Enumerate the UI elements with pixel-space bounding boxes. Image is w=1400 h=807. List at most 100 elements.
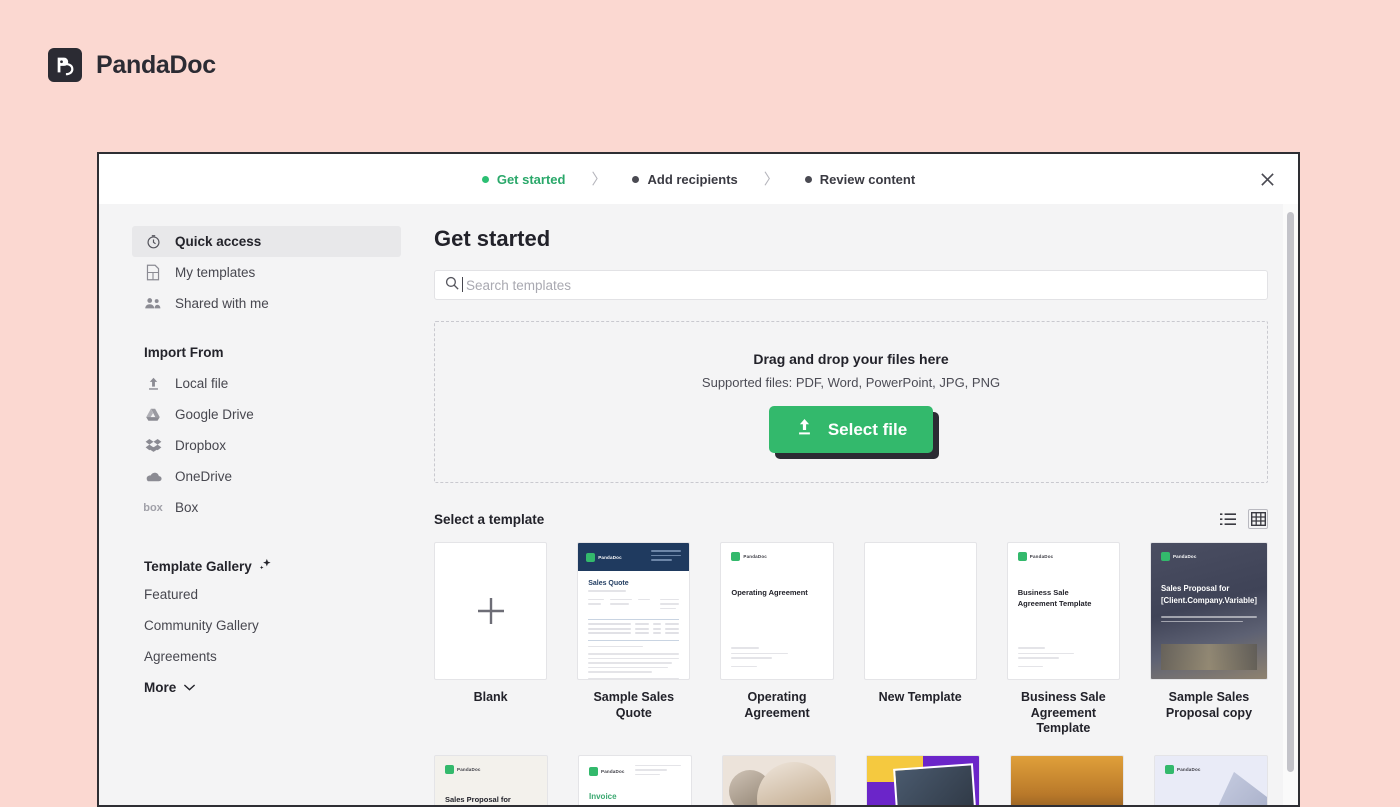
template-card-label: Operating Agreement (744, 690, 810, 720)
template-card-sample-sales-quote[interactable]: PandaDoc Sales Quote Sample Sales Quote (577, 542, 691, 737)
list-view-icon[interactable] (1218, 509, 1238, 529)
sidebar: Quick access My templates Shared with me… (99, 204, 416, 805)
upload-icon (795, 417, 814, 442)
step-dot-icon (632, 175, 640, 183)
sidebar-item-label: Community Gallery (144, 618, 259, 633)
template-card-operating-agreement[interactable]: PandaDoc Operating Agreement Operating A… (720, 542, 834, 737)
template-card-gold-dark[interactable]: PandaDoc (1010, 754, 1124, 805)
dropbox-icon (144, 437, 162, 455)
template-card-invoice[interactable]: PandaDoc Invoice (578, 754, 692, 805)
grid-view-icon[interactable] (1248, 509, 1268, 529)
template-card-sales-proposal-client-company[interactable]: PandaDoc Sales Proposal for [Client.Comp… (434, 754, 548, 805)
chevron-down-icon (183, 680, 196, 695)
template-card-business-proposal[interactable]: PandaDoc Business Proposal Template (866, 754, 980, 805)
select-file-label: Select file (827, 419, 908, 439)
step-label: Get started (496, 171, 566, 187)
sidebar-item-featured[interactable]: Featured (144, 579, 416, 610)
step-get-started[interactable]: Get started (468, 172, 580, 187)
pandadoc-logo-text: PandaDoc (96, 50, 216, 79)
pandadoc-logo-mark (48, 48, 82, 82)
template-thumbnail (863, 542, 977, 680)
sidebar-item-label: More (144, 680, 177, 695)
step-label: Add recipients (647, 171, 738, 187)
upload-icon (144, 375, 162, 393)
google-drive-icon (144, 406, 162, 424)
template-grid-row-2: PandaDoc Sales Proposal for [Client.Comp… (434, 754, 1268, 805)
template-thumbnail: PandaDoc (722, 754, 836, 805)
sidebar-item-label: Google Drive (175, 407, 254, 422)
dropzone-subtitle: Supported files: PDF, Word, PowerPoint, … (701, 375, 1001, 390)
main-content: Get started Search templates Drag and dr… (416, 204, 1298, 805)
file-dropzone[interactable]: Drag and drop your files here Supported … (434, 321, 1268, 483)
modal-body: Quick access My templates Shared with me… (99, 204, 1298, 805)
modal-header: Get started 〉 Add recipients 〉 Review co… (99, 154, 1298, 204)
pandadoc-logo: PandaDoc (48, 48, 216, 82)
sidebar-item-community-gallery[interactable]: Community Gallery (144, 610, 416, 641)
template-card-label: Sample Sales Proposal copy (1165, 690, 1253, 720)
template-thumbnail: PandaDoc (1010, 754, 1124, 805)
template-icon (144, 264, 162, 282)
create-document-modal: Get started 〉 Add recipients 〉 Review co… (97, 152, 1300, 807)
templates-header: Select a template (434, 509, 1268, 529)
sidebar-item-box[interactable]: box Box (132, 492, 401, 523)
clock-icon (144, 233, 162, 251)
sidebar-item-onedrive[interactable]: OneDrive (132, 461, 401, 492)
sidebar-item-label: Shared with me (175, 296, 269, 311)
step-label: Review content (819, 171, 916, 187)
thumbnail-doc-title: Sales Proposal for [Client.Company] (445, 794, 511, 804)
dropzone-title: Drag and drop your files here (753, 351, 949, 367)
select-file-button[interactable]: Select file (768, 406, 934, 453)
template-card-label: New Template (878, 690, 962, 704)
template-card-sample-sales-proposal-copy[interactable]: PandaDoc Sales Proposal for [Client.Comp… (1149, 542, 1268, 737)
sidebar-item-label: Local file (175, 376, 229, 391)
progress-stepper: Get started 〉 Add recipients 〉 Review co… (468, 168, 929, 191)
sidebar-item-label: Agreements (144, 649, 217, 664)
sidebar-item-label: Quick access (175, 234, 262, 249)
scrollbar-thumb[interactable] (1287, 212, 1294, 772)
template-thumbnail: PandaDoc Sales Proposal for [Client.Comp… (434, 754, 548, 805)
template-thumbnail (434, 542, 548, 680)
thumbnail-doc-title: Business Sale Agreement Template (1017, 588, 1092, 609)
template-card-label: Business Sale Agreement Template (1020, 690, 1106, 736)
sidebar-item-label: OneDrive (175, 469, 233, 484)
sidebar-item-label: Featured (144, 587, 199, 602)
chevron-right-icon: 〉 (763, 170, 779, 188)
page-title: Get started (434, 226, 551, 251)
sidebar-item-dropbox[interactable]: Dropbox (132, 430, 401, 461)
template-card-blank[interactable]: Blank (434, 542, 548, 737)
people-icon (144, 295, 162, 313)
view-toggle-group (1218, 509, 1268, 529)
templates-heading: Select a template (434, 511, 545, 527)
box-icon: box (143, 501, 163, 514)
close-icon[interactable] (1254, 166, 1280, 192)
template-card-furniture-photo[interactable]: PandaDoc (722, 754, 836, 805)
template-card-conversion-rate-optimization[interactable]: PandaDoc Conversion Rate Optimization Pr… (1154, 754, 1268, 805)
thumbnail-doc-title: Operating Agreement (731, 588, 808, 597)
sidebar-item-google-drive[interactable]: Google Drive (132, 399, 401, 430)
sidebar-item-more[interactable]: More (144, 672, 416, 703)
thumbnail-doc-title: Sales Quote (588, 580, 629, 587)
chevron-right-icon: 〉 (591, 170, 607, 188)
sidebar-item-my-templates[interactable]: My templates (132, 257, 401, 288)
template-thumbnail: PandaDoc Operating Agreement (720, 542, 834, 680)
search-icon (445, 276, 459, 295)
search-input[interactable]: Search templates (434, 270, 1268, 300)
sidebar-item-local-file[interactable]: Local file (132, 368, 401, 399)
template-thumbnail: PandaDoc Business Proposal Template (866, 754, 980, 805)
sidebar-item-quick-access[interactable]: Quick access (132, 226, 401, 257)
template-card-new-template[interactable]: New Template (863, 542, 977, 737)
template-thumbnail: PandaDoc Invoice (578, 754, 692, 805)
template-thumbnail: PandaDoc Sales Quote (577, 542, 691, 680)
step-add-recipients[interactable]: Add recipients (618, 172, 751, 187)
template-card-label: Sample Sales Quote (593, 690, 675, 720)
sidebar-item-label: Dropbox (175, 438, 227, 453)
template-card-business-sale-agreement[interactable]: PandaDoc Business Sale Agreement Templat… (1006, 542, 1120, 737)
step-review-content[interactable]: Review content (791, 172, 929, 187)
onedrive-icon (144, 468, 162, 486)
plus-icon (435, 543, 546, 679)
template-thumbnail: PandaDoc Sales Proposal for [Client.Comp… (1149, 542, 1268, 680)
template-grid-row-1: Blank PandaDoc Sales Quote Sample Sales … (434, 542, 1268, 737)
sidebar-item-shared-with-me[interactable]: Shared with me (132, 288, 401, 319)
sparkle-icon (257, 557, 272, 575)
sidebar-item-agreements[interactable]: Agreements (144, 641, 416, 672)
